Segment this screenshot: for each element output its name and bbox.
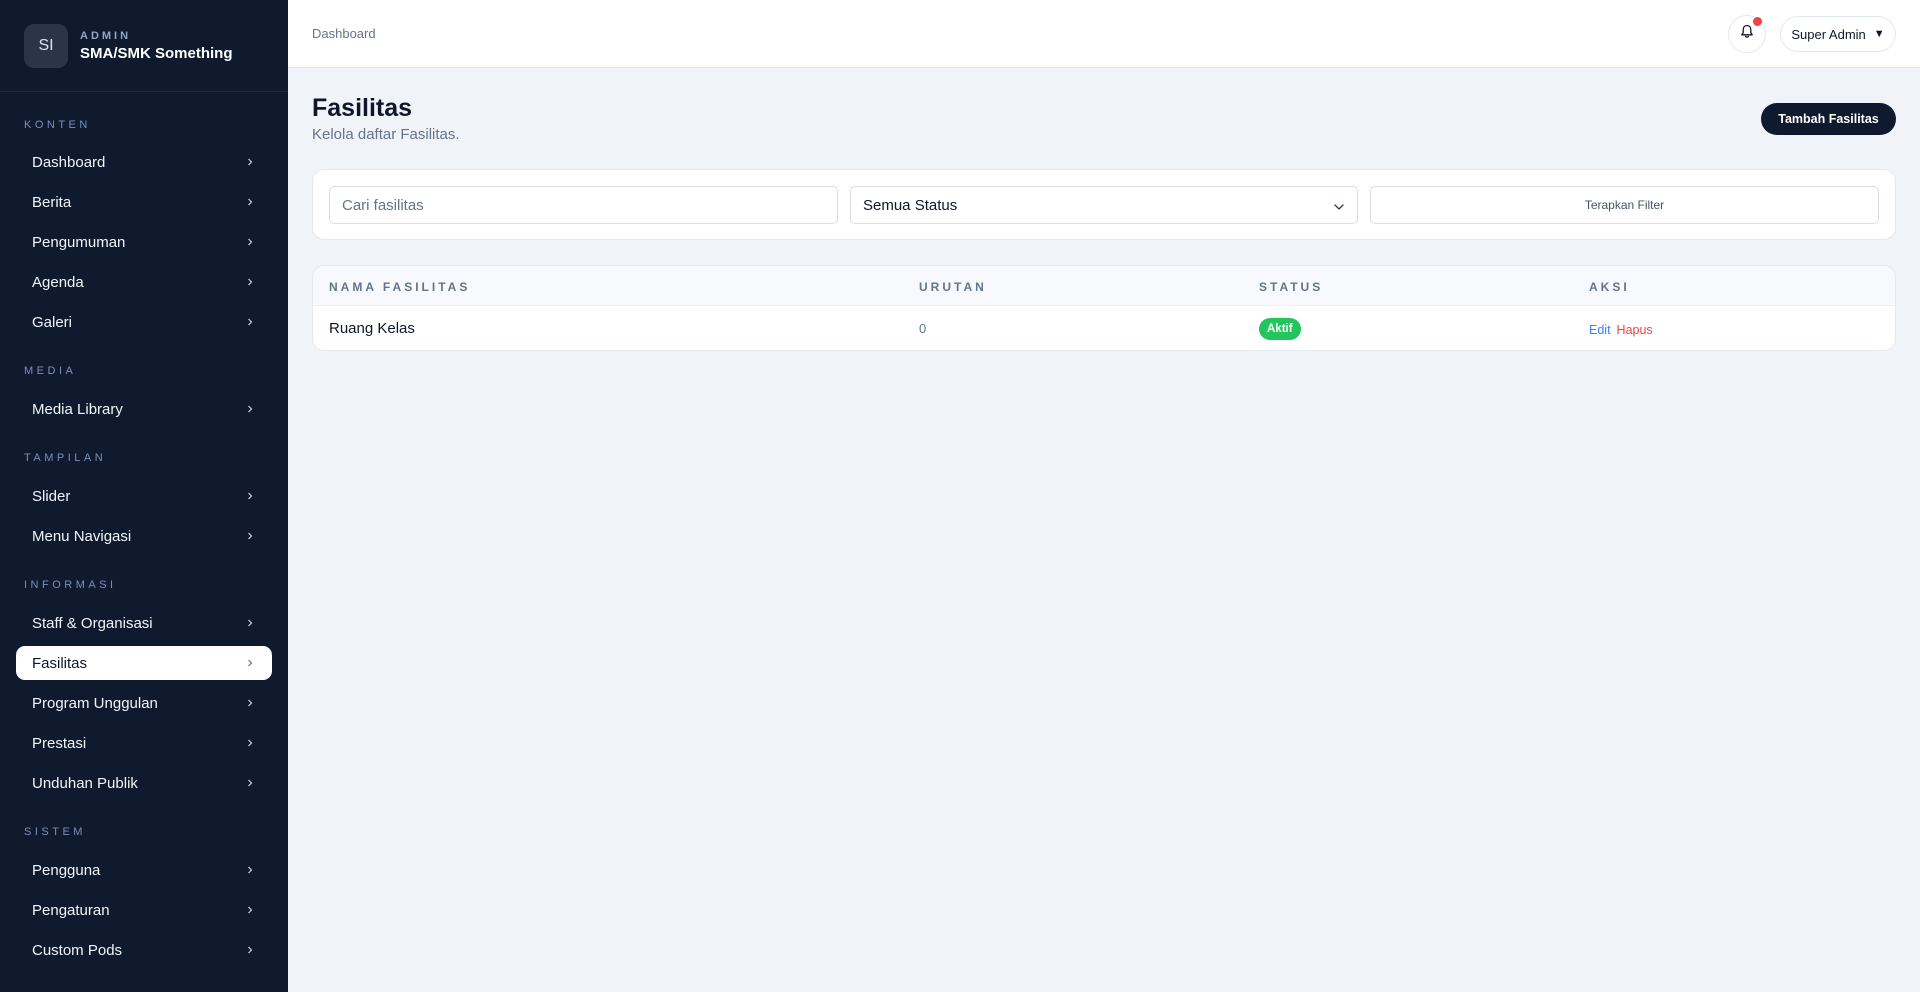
sidebar-item-label: Pengguna [32, 861, 101, 879]
sidebar-item-label: Slider [32, 487, 71, 505]
facility-table: NAMA FASILITAS URUTAN STATUS AKSI Ruang … [312, 265, 1896, 351]
user-name: Super Admin [1791, 26, 1866, 42]
facility-name: Ruang Kelas [329, 320, 415, 337]
sidebar-item-label: Fasilitas [32, 654, 88, 672]
sidebar-item-label: Pengaturan [32, 901, 110, 919]
edit-link[interactable]: Edit [1589, 323, 1611, 337]
status-select-value: Semua Status [863, 196, 958, 214]
brand: SI ADMIN SMA/SMK Something [0, 0, 288, 92]
notification-dot [1753, 17, 1762, 26]
page-subtitle: Kelola daftar Fasilitas. [312, 126, 460, 143]
chevron-right-icon [246, 198, 254, 206]
chevron-right-icon [246, 238, 254, 246]
sidebar-item-prestasi[interactable]: Prestasi [16, 726, 272, 760]
bell-icon [1740, 24, 1754, 44]
sidebar-item-label: Staff & Organisasi [32, 614, 153, 632]
chevron-right-icon [246, 158, 254, 166]
sidebar-item-dashboard[interactable]: Dashboard [16, 145, 272, 179]
chevron-down-icon [1333, 200, 1345, 217]
chevron-right-icon [246, 278, 254, 286]
column-header-status: STATUS [1259, 280, 1324, 294]
section-label-media: MEDIA [24, 365, 77, 377]
user-menu[interactable]: Super Admin ▼ [1780, 16, 1896, 52]
sidebar-item-staff-organisasi[interactable]: Staff & Organisasi [16, 606, 272, 640]
filter-card: Semua Status Terapkan Filter [312, 169, 1896, 240]
chevron-right-icon [246, 779, 254, 787]
chevron-right-icon [246, 619, 254, 627]
sidebar-item-agenda[interactable]: Agenda [16, 265, 272, 299]
sidebar-item-pengguna[interactable]: Pengguna [16, 853, 272, 887]
sidebar-item-fasilitas[interactable]: Fasilitas [16, 646, 272, 680]
chevron-right-icon [246, 659, 254, 667]
caret-down-icon: ▼ [1873, 28, 1885, 40]
add-facility-button[interactable]: Tambah Fasilitas [1761, 103, 1896, 135]
brand-logo: SI [24, 23, 68, 68]
sidebar-item-label: Media Library [32, 400, 123, 418]
sidebar-item-label: Menu Navigasi [32, 527, 132, 545]
sidebar-item-berita[interactable]: Berita [16, 185, 272, 219]
apply-filter-button[interactable]: Terapkan Filter [1370, 186, 1879, 224]
sidebar-item-unduhan-publik[interactable]: Unduhan Publik [16, 766, 272, 800]
sidebar-item-label: Berita [32, 193, 72, 211]
row-actions: Edit Hapus [1589, 321, 1653, 337]
chevron-right-icon [246, 866, 254, 874]
sidebar-item-menu-navigasi[interactable]: Menu Navigasi [16, 519, 272, 553]
sidebar-item-pengaturan[interactable]: Pengaturan [16, 893, 272, 927]
notification-button[interactable] [1728, 15, 1766, 53]
search-input[interactable] [329, 186, 838, 224]
chevron-right-icon [246, 492, 254, 500]
sidebar-item-label: Custom Pods [32, 941, 123, 959]
sidebar-item-label: Agenda [32, 273, 84, 291]
table-row: Ruang Kelas 0 Aktif Edit Hapus [313, 306, 1895, 350]
section-label-sistem: SISTEM [24, 826, 86, 838]
section-label-informasi: INFORMASI [24, 579, 117, 591]
sidebar-item-label: Dashboard [32, 153, 106, 171]
section-label-tampilan: TAMPILAN [24, 452, 107, 464]
sidebar: SI ADMIN SMA/SMK Something KONTEN Dashbo… [0, 0, 288, 992]
chevron-right-icon [246, 906, 254, 914]
page-title: Fasilitas [312, 94, 413, 122]
chevron-right-icon [246, 405, 254, 413]
sidebar-item-label: Prestasi [32, 734, 87, 752]
sidebar-item-label: Galeri [32, 313, 73, 331]
brand-text: ADMIN SMA/SMK Something [80, 30, 233, 62]
chevron-right-icon [246, 318, 254, 326]
chevron-right-icon [246, 739, 254, 747]
sidebar-item-media-library[interactable]: Media Library [16, 392, 272, 426]
sidebar-item-slider[interactable]: Slider [16, 479, 272, 513]
section-label-konten: KONTEN [24, 119, 91, 131]
table-header: NAMA FASILITAS URUTAN STATUS AKSI [313, 266, 1895, 306]
status-badge: Aktif [1259, 318, 1301, 340]
sidebar-item-custom-pods[interactable]: Custom Pods [16, 933, 272, 967]
column-header-actions: AKSI [1589, 280, 1630, 294]
sidebar-item-program-unggulan[interactable]: Program Unggulan [16, 686, 272, 720]
chevron-right-icon [246, 946, 254, 954]
delete-link[interactable]: Hapus [1617, 323, 1653, 337]
column-header-order: URUTAN [919, 280, 987, 294]
facility-order: 0 [919, 321, 927, 336]
brand-name: SMA/SMK Something [80, 44, 233, 62]
top-header: Dashboard Super Admin ▼ [288, 0, 1920, 68]
status-select[interactable]: Semua Status [850, 186, 1358, 224]
column-header-name: NAMA FASILITAS [329, 280, 471, 294]
breadcrumb[interactable]: Dashboard [312, 26, 376, 41]
sidebar-item-galeri[interactable]: Galeri [16, 305, 272, 339]
sidebar-item-label: Program Unggulan [32, 694, 158, 712]
chevron-right-icon [246, 699, 254, 707]
brand-role: ADMIN [80, 29, 132, 42]
sidebar-item-label: Pengumuman [32, 233, 126, 251]
chevron-right-icon [246, 532, 254, 540]
sidebar-item-pengumuman[interactable]: Pengumuman [16, 225, 272, 259]
sidebar-item-label: Unduhan Publik [32, 774, 138, 792]
